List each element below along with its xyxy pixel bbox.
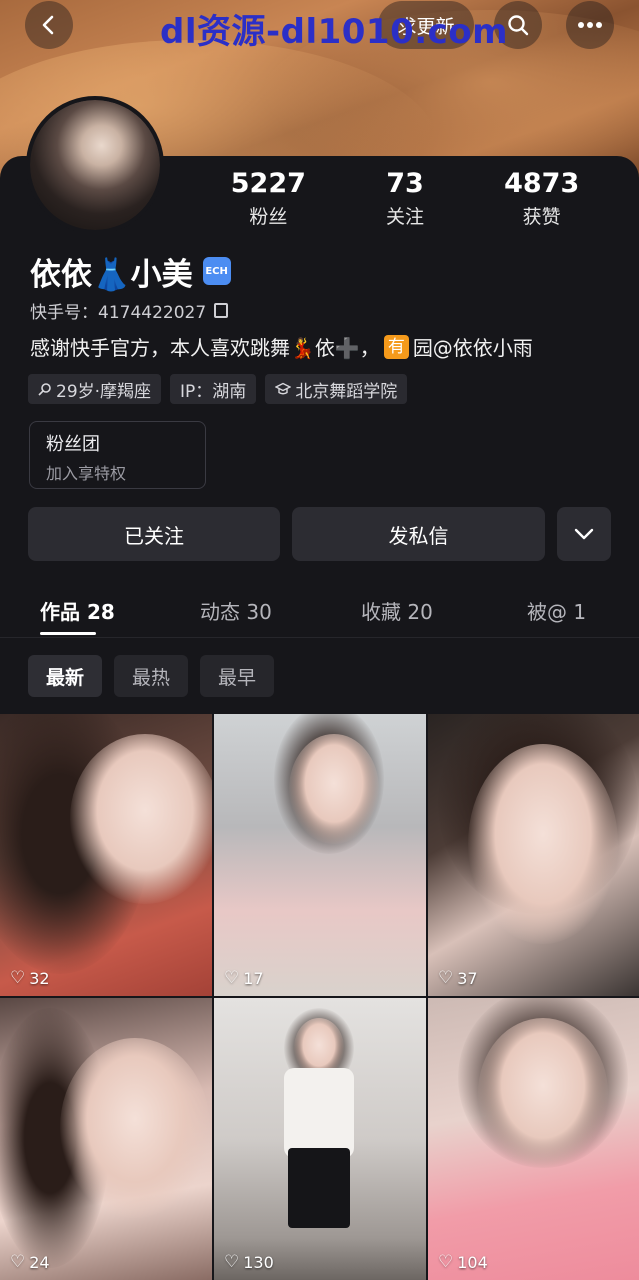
- chevron-down-icon: [574, 528, 594, 540]
- post-tile[interactable]: ♡ 37: [428, 714, 639, 996]
- thumbnail-detail: [288, 1148, 350, 1228]
- profile-stats: 5227 粉丝 73 关注 4873 获赞: [200, 168, 610, 232]
- chip-ip: IP：湖南: [170, 374, 257, 404]
- bio-tag: 有: [383, 334, 409, 359]
- like-count: ♡ 32: [10, 969, 50, 988]
- name-row: 依依👗小美 ECH: [30, 250, 231, 293]
- stat-likes[interactable]: 4873 获赞: [473, 168, 610, 232]
- sort-latest-button[interactable]: 最新: [28, 655, 103, 697]
- verified-badge-icon[interactable]: ECH: [202, 257, 231, 285]
- chip-age: 29岁·摩羯座: [28, 374, 162, 404]
- chip-label: 北京舞蹈学院: [295, 381, 398, 402]
- post-tile[interactable]: ♡ 32: [0, 714, 212, 996]
- stat-following[interactable]: 73 关注: [337, 168, 474, 232]
- stat-label: 关注: [386, 206, 425, 228]
- avatar[interactable]: [26, 96, 164, 234]
- fan-club-title: 粉丝团: [46, 434, 100, 455]
- like-count: ♡ 24: [10, 1253, 50, 1272]
- like-count-value: 37: [457, 969, 478, 988]
- content-tabs: 作品 28 动态 30 收藏 20 被@ 1: [0, 582, 639, 638]
- user-name: 依依👗小美: [30, 256, 193, 293]
- heart-icon: ♡: [10, 1252, 26, 1272]
- like-count-value: 17: [243, 969, 264, 988]
- post-tile[interactable]: ♡ 130: [214, 998, 426, 1280]
- heart-icon: ♡: [438, 1252, 454, 1272]
- thumbnail-detail: [468, 744, 618, 944]
- like-count: ♡ 104: [438, 1253, 488, 1272]
- stat-value: 5227: [230, 168, 306, 199]
- heart-icon: ♡: [224, 1252, 240, 1272]
- bio-text: 感谢快手官方，本人喜欢跳舞💃依➕，: [30, 336, 380, 360]
- chip-label: IP：湖南: [180, 381, 247, 402]
- tab-mentions[interactable]: 被@ 1: [527, 596, 586, 625]
- stat-value: 73: [386, 168, 424, 199]
- thumbnail-detail: [284, 1068, 354, 1158]
- like-count: ♡ 37: [438, 969, 478, 988]
- watermark-text: dl资源-dl1010.com: [160, 12, 509, 52]
- chip-school[interactable]: 北京舞蹈学院: [265, 374, 408, 404]
- sort-options: 最新 最热 最早: [28, 655, 275, 697]
- stat-value: 4873: [504, 168, 580, 199]
- like-count: ♡ 17: [224, 969, 264, 988]
- followed-button[interactable]: 已关注: [28, 507, 280, 561]
- send-message-button[interactable]: 发私信: [292, 507, 545, 561]
- like-count: ♡ 130: [224, 1253, 274, 1272]
- bio-mention[interactable]: 园@依依小雨: [413, 332, 533, 361]
- copy-icon[interactable]: [214, 303, 229, 318]
- post-tile[interactable]: ♡ 104: [428, 998, 639, 1280]
- stat-followers[interactable]: 5227 粉丝: [200, 168, 337, 232]
- post-tile[interactable]: ♡ 24: [0, 998, 212, 1280]
- stat-label: 获赞: [522, 206, 561, 228]
- fan-club-subtitle: 加入享特权: [46, 464, 127, 483]
- chip-label: 29岁·摩羯座: [56, 381, 152, 402]
- chevron-left-icon: [42, 15, 54, 35]
- post-tile[interactable]: ♡ 17: [214, 714, 426, 996]
- like-count-value: 32: [29, 969, 50, 988]
- search-icon: [508, 15, 529, 36]
- heart-icon: ♡: [10, 968, 26, 988]
- tab-active-indicator: [40, 632, 96, 635]
- recommend-dropdown-button[interactable]: [557, 507, 611, 561]
- fan-club-card[interactable]: 粉丝团 加入享特权: [29, 421, 206, 489]
- tab-moments[interactable]: 动态 30: [200, 596, 272, 625]
- thumbnail-detail: [289, 734, 379, 844]
- stat-label: 粉丝: [249, 206, 288, 228]
- like-count-value: 24: [29, 1253, 50, 1272]
- like-count-value: 104: [457, 1253, 488, 1272]
- tab-works[interactable]: 作品 28: [40, 596, 115, 625]
- thumbnail-detail: [70, 734, 212, 904]
- graduation-cap-icon: [275, 382, 292, 395]
- post-grid: ♡ 32 ♡ 17 ♡ 37 ♡ 24 ♡ 130 ♡ 104: [0, 714, 639, 1280]
- sort-earliest-button[interactable]: 最早: [200, 655, 275, 697]
- sort-hottest-button[interactable]: 最热: [114, 655, 189, 697]
- more-options-button[interactable]: [566, 1, 614, 49]
- heart-icon: ♡: [438, 968, 454, 988]
- profile-chips: 29岁·摩羯座 IP：湖南 北京舞蹈学院: [28, 374, 408, 404]
- user-bio: 感谢快手官方，本人喜欢跳舞💃依➕， 有 园@依依小雨: [30, 332, 533, 361]
- heart-icon: ♡: [224, 968, 240, 988]
- kuaishou-id[interactable]: 快手号：4174422027: [30, 298, 229, 323]
- thumbnail-detail: [478, 1018, 608, 1168]
- back-button[interactable]: [25, 1, 73, 49]
- kuaishou-id-text: 快手号：4174422027: [30, 303, 207, 323]
- gender-icon: [38, 383, 51, 396]
- like-count-value: 130: [243, 1253, 274, 1272]
- tab-favorites[interactable]: 收藏 20: [361, 596, 433, 625]
- more-dots-icon: [578, 22, 602, 28]
- thumbnail-detail: [60, 1038, 210, 1218]
- avatar-image: [30, 100, 160, 230]
